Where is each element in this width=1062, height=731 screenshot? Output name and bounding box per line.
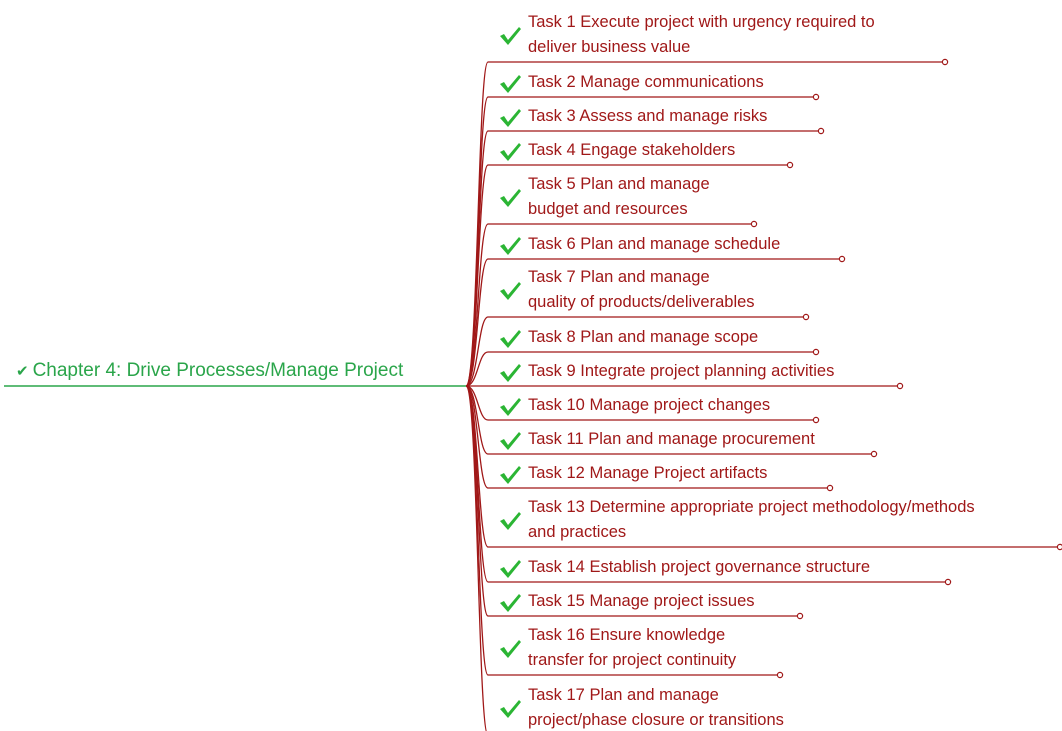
- branch-end-handle: [812, 93, 820, 101]
- task-label: Task 6 Plan and manage schedule: [528, 235, 781, 253]
- checkmark-icon: [500, 559, 521, 578]
- root-topic-label: Chapter 4: Drive Processes/Manage Projec…: [32, 360, 404, 381]
- mind-map-canvas: ✔ Chapter 4: Drive Processes/Manage Proje…: [0, 0, 1062, 731]
- checkmark-icon: [500, 282, 521, 300]
- checkmark-icon: [500, 189, 521, 207]
- task-label: Task 3 Assess and manage risks: [528, 107, 768, 125]
- checkmark-icon: [500, 329, 521, 348]
- checkmark-icon: [500, 27, 521, 45]
- task-label: Task 4 Engage stakeholders: [528, 141, 736, 159]
- branch-end-handle: [826, 484, 834, 492]
- branch-end-handle: [817, 127, 825, 135]
- branch-end-handle: [776, 671, 784, 679]
- branch-end-handle: [812, 348, 820, 356]
- checkmark-icon: [500, 700, 521, 718]
- checkmark-icon: [500, 236, 521, 255]
- task-label: Task 15 Manage project issues: [528, 592, 755, 610]
- task-label: Task 13 Determine appropriate project me…: [528, 498, 975, 541]
- branch-end-handle: [1056, 543, 1062, 551]
- branch-end-handle: [750, 220, 758, 228]
- branch-end-handle: [796, 612, 804, 620]
- branch-end-handle: [944, 578, 952, 586]
- checkmark-icon: [500, 363, 521, 382]
- branch-end-handle: [812, 416, 820, 424]
- checkmark-icon: [500, 108, 521, 127]
- checkmark-icon: [500, 593, 521, 612]
- checkmark-icon: [500, 512, 521, 530]
- checkmark-icon: ✔: [16, 363, 29, 380]
- task-label: Task 10 Manage project changes: [528, 396, 771, 414]
- branch-end-handle: [941, 58, 949, 66]
- branch-end-handle: [838, 255, 846, 263]
- branch-end-handle: [870, 450, 878, 458]
- branch-end-handle: [802, 313, 810, 321]
- task-label: Task 5 Plan and manage budget and resour…: [528, 175, 710, 218]
- root-topic[interactable]: ✔ Chapter 4: Drive Processes/Manage Proje…: [16, 357, 403, 386]
- checkmark-icon: [500, 465, 521, 484]
- checkmark-icon: [500, 431, 521, 450]
- task-label: Task 2 Manage communications: [528, 73, 764, 91]
- task-label: Task 8 Plan and manage scope: [528, 328, 759, 346]
- checkmark-icon: [500, 142, 521, 161]
- checkmark-icon: [500, 74, 521, 93]
- task-label: Task 14 Establish project governance str…: [528, 558, 871, 576]
- checkmark-icon: [500, 397, 521, 416]
- task-label: Task 12 Manage Project artifacts: [528, 464, 768, 482]
- task-label: Task 9 Integrate project planning activi…: [528, 362, 835, 380]
- branch-end-handle: [896, 382, 904, 390]
- task-label: Task 1 Execute project with urgency requ…: [528, 13, 875, 56]
- branch-end-handle: [786, 161, 794, 169]
- task-label: Task 7 Plan and manage quality of produc…: [528, 268, 755, 311]
- task-label: Task 11 Plan and manage procurement: [528, 430, 815, 448]
- task-label: Task 16 Ensure knowledge transfer for pr…: [528, 626, 737, 669]
- checkmark-icon: [500, 640, 521, 658]
- task-label: Task 17 Plan and manage project/phase cl…: [528, 686, 784, 729]
